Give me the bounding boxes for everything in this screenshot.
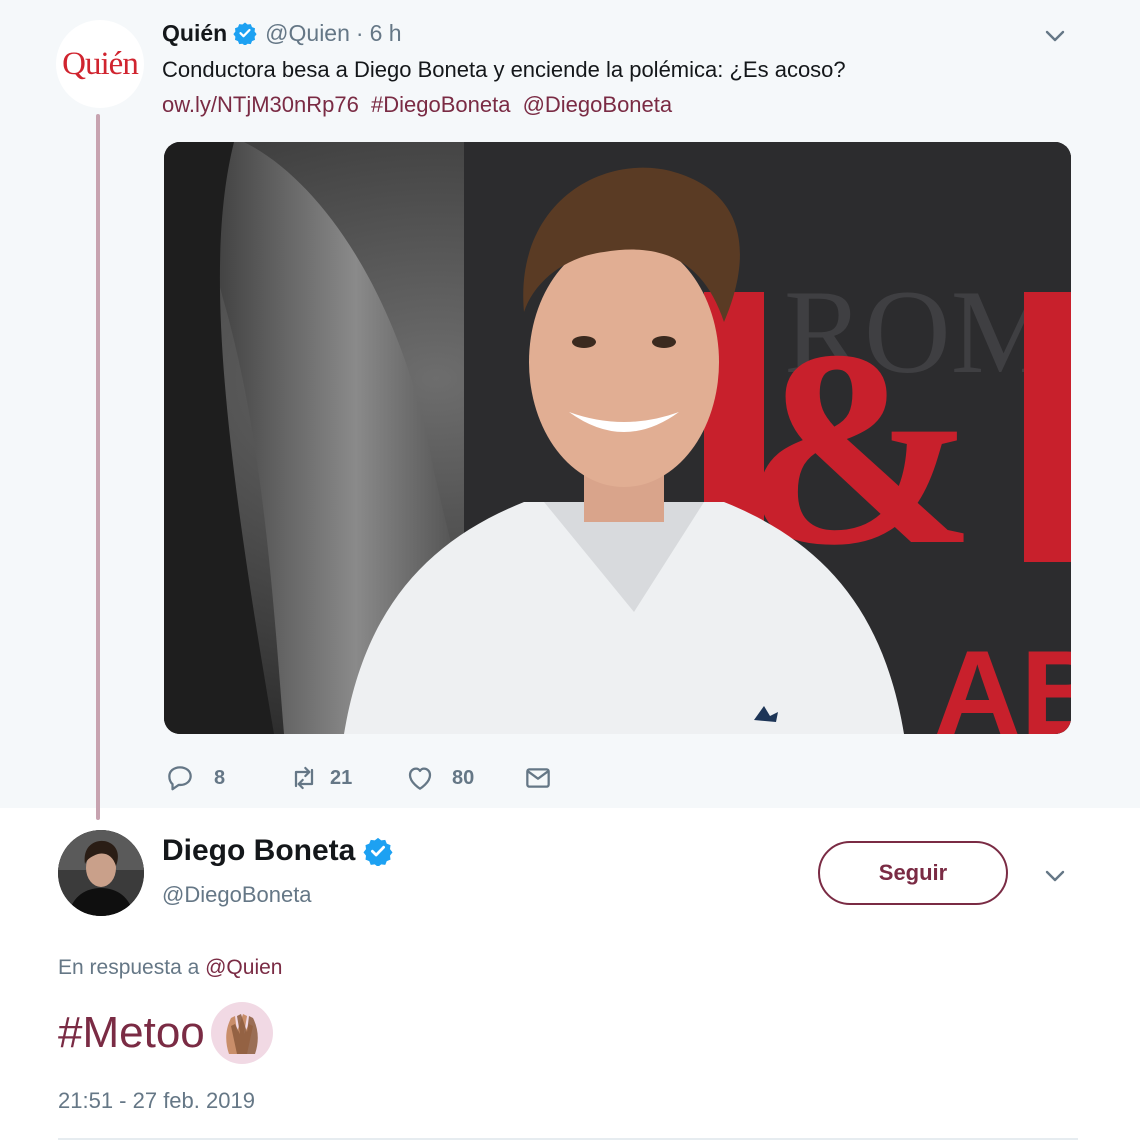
meta-separator: · xyxy=(355,19,364,46)
like-button[interactable]: 80 xyxy=(404,762,522,794)
verified-badge-icon xyxy=(233,22,257,45)
portrait-photo: ROMB & AB xyxy=(164,142,1071,734)
parent-tweet-time[interactable]: 6 h xyxy=(370,20,402,47)
tweet-hashtag[interactable]: #DiegoBoneta xyxy=(371,92,510,117)
tweet-actions-bar: 8 21 80 xyxy=(164,758,554,798)
tweet-mention[interactable]: @DiegoBoneta xyxy=(523,92,673,117)
tweet-link[interactable]: ow.ly/NTjM30nRp76 xyxy=(162,92,359,117)
parent-tweet-links: ow.ly/NTjM30nRp76 #DiegoBoneta @DiegoBon… xyxy=(162,91,678,119)
tweet-photo[interactable]: ROMB & AB xyxy=(164,142,1071,734)
verified-badge-icon xyxy=(363,837,393,866)
direct-message-button[interactable] xyxy=(522,762,554,794)
diego-avatar[interactable] xyxy=(58,830,144,916)
reply-button[interactable]: 8 xyxy=(164,762,288,794)
reply-author-handle[interactable]: @DiegoBoneta xyxy=(162,882,312,908)
quien-logo-text: Quién xyxy=(62,45,139,82)
reply-count: 8 xyxy=(214,766,226,789)
quien-avatar[interactable]: Quién xyxy=(56,20,144,108)
reply-icon xyxy=(168,766,192,791)
parent-author-handle[interactable]: @Quien xyxy=(265,20,350,47)
retweet-icon xyxy=(294,766,314,790)
like-count: 80 xyxy=(452,766,475,789)
like-icon xyxy=(408,767,432,790)
reply-author-name-row: Diego Boneta xyxy=(162,834,393,868)
parent-tweet-text: Conductora besa a Diego Boneta y enciend… xyxy=(162,57,846,82)
reply-context-mention[interactable]: @Quien xyxy=(205,956,282,979)
chevron-down-icon[interactable] xyxy=(1043,864,1067,888)
message-icon xyxy=(526,768,550,788)
retweet-button[interactable]: 21 xyxy=(288,762,404,794)
parent-tweet-header: Quién @Quien · 6 h xyxy=(162,16,402,50)
reply-context-prefix: En respuesta a xyxy=(58,956,200,979)
parent-author-name[interactable]: Quién xyxy=(162,20,227,47)
chevron-down-icon[interactable] xyxy=(1043,24,1067,48)
reply-author-name[interactable]: Diego Boneta xyxy=(162,834,355,868)
follow-button[interactable]: Seguir xyxy=(818,841,1008,905)
retweet-count: 21 xyxy=(330,766,353,789)
metoo-hashtag[interactable]: #Metoo xyxy=(58,1008,205,1058)
divider xyxy=(58,1138,1078,1140)
parent-tweet: Quién Quién @Quien · 6 h Conductora besa… xyxy=(0,0,1140,820)
reply-timestamp[interactable]: 21:51 - 27 feb. 2019 xyxy=(58,1088,255,1114)
reply-tweet-text: #Metoo xyxy=(58,1002,273,1064)
thread-connector-line xyxy=(96,114,100,820)
diego-avatar-image xyxy=(58,830,144,916)
svg-text:AB: AB xyxy=(934,626,1071,734)
reply-context: En respuesta a @Quien xyxy=(58,956,282,980)
raised-hands-emoji-icon xyxy=(210,1002,273,1064)
